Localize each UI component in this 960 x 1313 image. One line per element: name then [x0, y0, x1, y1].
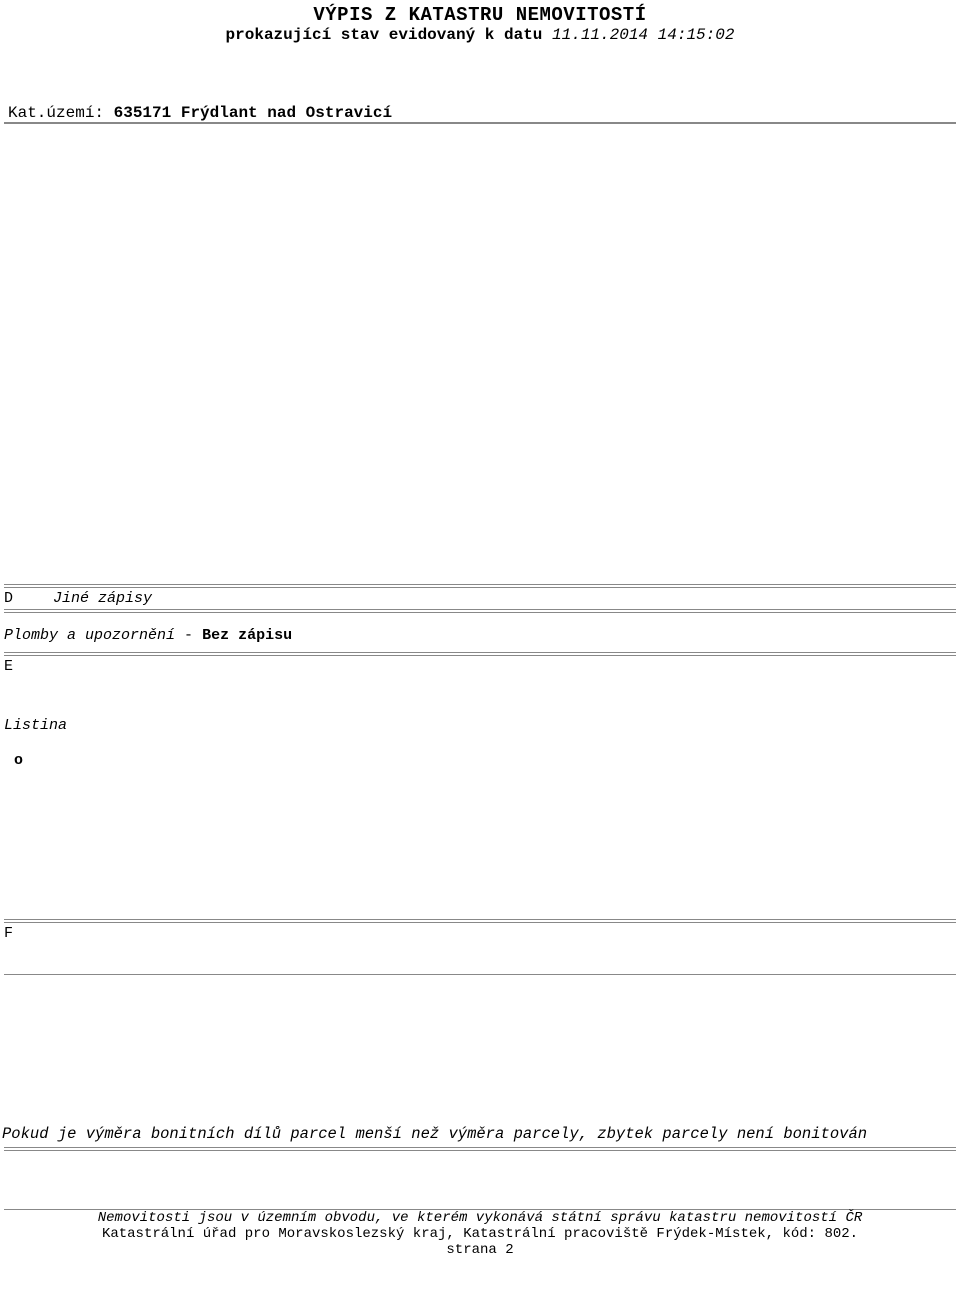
- double-divider: [4, 1147, 956, 1151]
- double-divider: [4, 609, 956, 613]
- divider: [4, 974, 956, 975]
- footer-line1: Nemovitosti jsou v územním obvodu, ve kt…: [0, 1210, 960, 1226]
- bonit-note: Pokud je výměra bonitních dílů parcel me…: [2, 1125, 958, 1143]
- subtitle-date: 11.11.2014 14:15:02: [552, 26, 734, 44]
- blank-area: [0, 124, 960, 584]
- plomby-value: Bez zápisu: [202, 627, 292, 644]
- listina-bullet: o: [14, 752, 960, 769]
- section-e-row: E: [0, 656, 960, 677]
- section-d-row: D Jiné zápisy: [0, 588, 960, 609]
- plomby-dash: -: [184, 627, 193, 644]
- plomby-row: Plomby a upozornění - Bez zápisu: [0, 625, 960, 646]
- kat-uzemi-line: Kat.území: 635171 Frýdlant nad Ostravicí: [8, 104, 960, 122]
- document-subtitle: prokazující stav evidovaný k datu 11.11.…: [0, 26, 960, 44]
- section-d-letter: D: [4, 590, 44, 607]
- blank-area: [0, 769, 960, 919]
- kat-uzemi-label: Kat.území:: [8, 104, 104, 122]
- listina-block: Listina o: [4, 717, 960, 769]
- section-e-letter: E: [4, 658, 44, 675]
- kat-uzemi-value: 635171 Frýdlant nad Ostravicí: [114, 104, 392, 122]
- section-f-letter: F: [4, 925, 44, 942]
- section-d-label: Jiné zápisy: [53, 590, 152, 607]
- listina-label: Listina: [4, 717, 960, 734]
- plomby-label: Plomby a upozornění: [4, 627, 175, 644]
- section-f-row: F: [0, 923, 960, 944]
- document-header: VÝPIS Z KATASTRU NEMOVITOSTÍ prokazující…: [0, 4, 960, 44]
- footer: Nemovitosti jsou v územním obvodu, ve kt…: [0, 1209, 960, 1258]
- document-title: VÝPIS Z KATASTRU NEMOVITOSTÍ: [0, 4, 960, 26]
- footer-line2: Katastrální úřad pro Moravskoslezský kra…: [0, 1226, 960, 1242]
- subtitle-prefix: prokazující stav evidovaný k datu: [226, 26, 543, 44]
- footer-page: strana 2: [0, 1242, 960, 1258]
